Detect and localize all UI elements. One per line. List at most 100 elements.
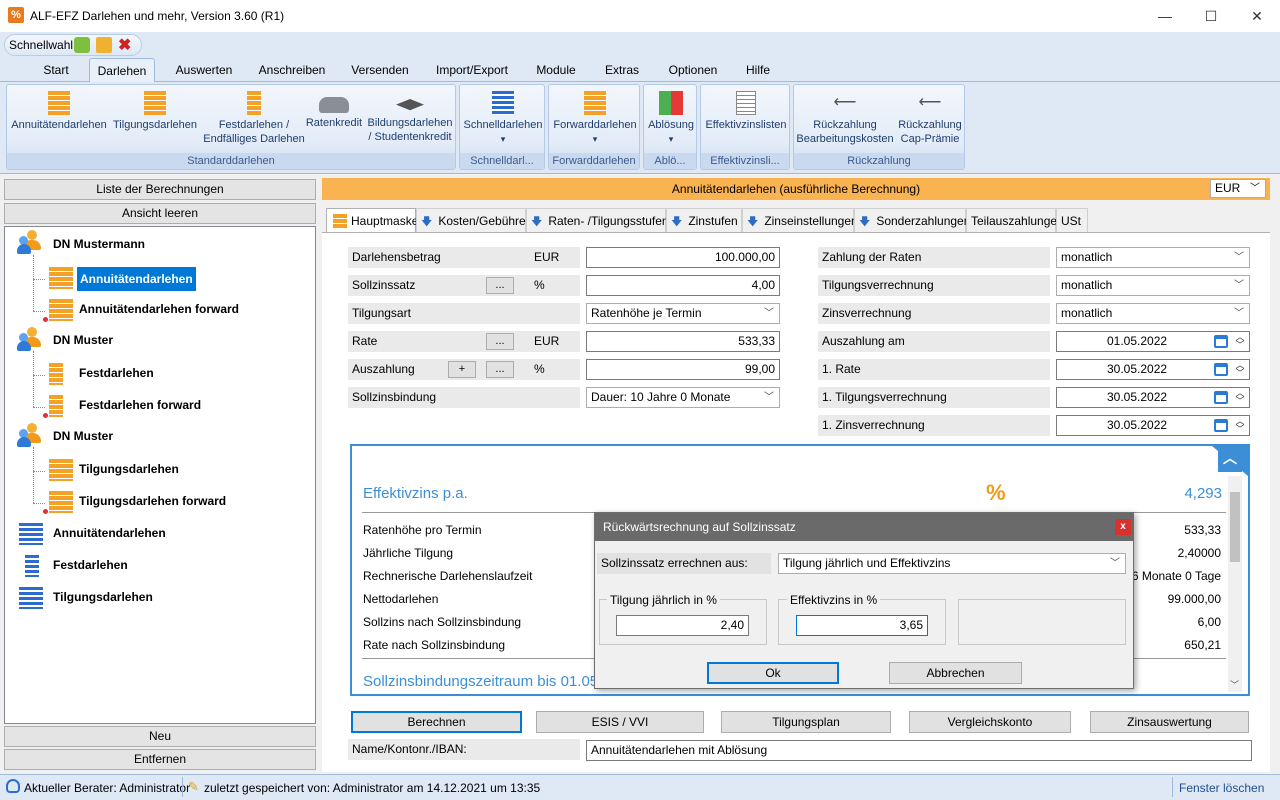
spinner-icon[interactable]: ︿ ﹀: [1235, 333, 1245, 350]
spinner-icon[interactable]: ︿ ﹀: [1235, 417, 1245, 434]
close-window-button[interactable]: ✕: [1234, 0, 1280, 32]
calendar-icon[interactable]: [1214, 391, 1228, 404]
fenster-loeschen-button[interactable]: Fenster löschen: [1179, 781, 1264, 795]
tab-anschreiben[interactable]: Anschreiben: [252, 63, 332, 77]
tab-auswerten[interactable]: Auswerten: [168, 63, 240, 77]
berechnen-button[interactable]: Berechnen: [351, 711, 522, 733]
sollzinsbindung-select[interactable]: Dauer: 10 Jahre 0 Monate ﹀: [586, 387, 780, 408]
rueckzahlung-bearbeitungskosten-button[interactable]: ⟵ Rückzahlung Bearbeitungskosten: [794, 91, 896, 146]
vergleichskonto-button[interactable]: Vergleichskonto: [909, 711, 1071, 733]
name-field-input[interactable]: Annuitätendarlehen mit Ablösung: [586, 740, 1252, 761]
tab-versenden[interactable]: Versenden: [344, 63, 416, 77]
rueckzahlung-cap-praemie-button[interactable]: ⟵ Rückzahlung Cap-Prämie: [896, 91, 964, 146]
forwarddarlehen-button[interactable]: Forwarddarlehen ▾: [551, 91, 639, 146]
tree-customer[interactable]: DN Mustermann: [53, 234, 145, 254]
currency-select[interactable]: EUR ﹀: [1210, 179, 1266, 198]
auszahlung-am-date[interactable]: 01.05.2022 ︿ ﹀: [1056, 331, 1250, 352]
rate-more-button[interactable]: ...: [486, 333, 514, 350]
spinner-icon[interactable]: ︿ ﹀: [1235, 389, 1245, 406]
tab-start[interactable]: Start: [30, 63, 82, 77]
auszahlung-add-button[interactable]: +: [448, 361, 476, 378]
maximize-button[interactable]: ☐: [1188, 0, 1234, 32]
tab-optionen[interactable]: Optionen: [660, 63, 726, 77]
esis-vvi-button[interactable]: ESIS / VVI: [536, 711, 704, 733]
results-scrollbar[interactable]: ﹀: [1228, 476, 1242, 692]
sollzinssatz-more-button[interactable]: ...: [486, 277, 514, 294]
button-label: Tilgungsdarlehen: [113, 119, 197, 131]
delete-icon[interactable]: ✖: [118, 35, 131, 55]
effektivzinslisten-button[interactable]: Effektivzinslisten: [703, 91, 789, 132]
dialog-ok-button[interactable]: Ok: [707, 662, 839, 684]
spinner-icon[interactable]: ︿ ﹀: [1235, 361, 1245, 378]
tree-item-selected[interactable]: Annuitätendarlehen: [77, 267, 196, 291]
tree-item[interactable]: Festdarlehen: [53, 555, 128, 575]
tree-item[interactable]: Tilgungsdarlehen: [53, 587, 153, 607]
tilgungsverrechnung-select[interactable]: monatlich ﹀: [1056, 275, 1250, 296]
dialog-close-button[interactable]: x: [1115, 519, 1131, 535]
tab-zinseinstellungen[interactable]: 🡇 Zinseinstellungen: [742, 208, 858, 232]
dialog-cancel-button[interactable]: Abbrechen: [889, 662, 1022, 684]
tilgungsplan-button[interactable]: Tilgungsplan: [721, 711, 891, 733]
tab-darlehen[interactable]: Darlehen: [89, 58, 155, 83]
tree-line: [33, 375, 45, 376]
abloesung-button[interactable]: Ablösung ▾: [645, 91, 697, 146]
tab-ust[interactable]: USt: [1056, 208, 1088, 232]
tilgungsart-select[interactable]: Ratenhöhe je Termin ﹀: [586, 303, 780, 324]
auszahlung-input[interactable]: 99,00: [586, 359, 780, 380]
calendar-icon[interactable]: [1214, 363, 1228, 376]
annuitaetendarlehen-button[interactable]: Annuitätendarlehen: [9, 91, 109, 132]
neu-button[interactable]: Neu: [4, 726, 316, 747]
tab-extras[interactable]: Extras: [596, 63, 648, 77]
calc-from-select[interactable]: Tilgung jährlich und Effektivzins ﹀: [778, 553, 1126, 574]
save-icon[interactable]: [96, 37, 112, 53]
quick-access-toolbar: Schnellwahl ✖: [0, 32, 1280, 56]
sollzinssatz-input[interactable]: 4,00: [586, 275, 780, 296]
zahlung-raten-select[interactable]: monatlich ﹀: [1056, 247, 1250, 268]
auszahlung-more-button[interactable]: ...: [486, 361, 514, 378]
zinsverrechnung-select[interactable]: monatlich ﹀: [1056, 303, 1250, 324]
label-text: Darlehensbetrag: [352, 250, 441, 264]
tab-module[interactable]: Module: [528, 63, 584, 77]
ratenkredit-button[interactable]: Ratenkredit: [305, 91, 363, 130]
tree-item[interactable]: Festdarlehen: [79, 363, 154, 383]
darlehensbetrag-input[interactable]: 100.000,00: [586, 247, 780, 268]
scroll-down-icon[interactable]: ﹀: [1230, 678, 1239, 691]
tree-item[interactable]: Annuitätendarlehen: [53, 523, 166, 543]
tab-sonderzahlungen[interactable]: 🡇 Sonderzahlungen: [854, 208, 970, 232]
tree-customer[interactable]: DN Muster: [53, 330, 113, 350]
calendar-icon[interactable]: [1214, 335, 1228, 348]
ansicht-leeren-button[interactable]: Ansicht leeren: [4, 203, 316, 224]
tab-import-export[interactable]: Import/Export: [428, 63, 516, 77]
tilgungsdarlehen-button[interactable]: Tilgungsdarlehen: [111, 91, 199, 132]
tilgung-input[interactable]: 2,40: [616, 615, 749, 636]
rate-input[interactable]: 533,33: [586, 331, 780, 352]
tab-kosten[interactable]: 🡇 Kosten/Gebühren: [416, 208, 532, 232]
zinsauswertung-button[interactable]: Zinsauswertung: [1090, 711, 1249, 733]
tree-item[interactable]: Annuitätendarlehen forward: [79, 299, 239, 319]
tree-item[interactable]: Tilgungsdarlehen: [79, 459, 179, 479]
erste-rate-date[interactable]: 30.05.2022 ︿ ﹀: [1056, 359, 1250, 380]
calendar-icon[interactable]: [1214, 419, 1228, 432]
entfernen-button[interactable]: Entfernen: [4, 749, 316, 770]
erste-zins-date[interactable]: 30.05.2022 ︿ ﹀: [1056, 415, 1250, 436]
erste-tilgung-date[interactable]: 30.05.2022 ︿ ﹀: [1056, 387, 1250, 408]
tab-ratenstufen[interactable]: 🡇 Raten- /Tilgungsstufen: [526, 208, 669, 232]
effzins-input[interactable]: 3,65: [796, 615, 928, 636]
tab-zinstufen[interactable]: 🡇 Zinstufen: [666, 208, 742, 232]
tab-hauptmaske[interactable]: Hauptmaske: [326, 208, 418, 234]
collapse-icon[interactable]: ︿: [1218, 448, 1242, 472]
festdarlehen-button[interactable]: Festdarlehen / Endfälliges Darlehen: [201, 91, 307, 146]
tree-customer[interactable]: DN Muster: [53, 426, 113, 446]
tree-item[interactable]: Tilgungsdarlehen forward: [79, 491, 226, 511]
select-value: Tilgung jährlich und Effektivzins: [783, 556, 951, 570]
new-icon[interactable]: [74, 37, 90, 53]
status-separator: [1172, 777, 1173, 797]
tree-item[interactable]: Festdarlehen forward: [79, 395, 201, 415]
minimize-button[interactable]: —: [1142, 0, 1188, 32]
tab-teilauszahlungen[interactable]: Teilauszahlungen: [966, 208, 1064, 232]
tab-hilfe[interactable]: Hilfe: [738, 63, 778, 77]
scrollbar-thumb[interactable]: [1230, 492, 1240, 562]
bildungsdarlehen-button[interactable]: Bildungsdarlehen / Studentenkredit: [365, 91, 455, 144]
schnelldarlehen-button[interactable]: Schnelldarlehen ▾: [462, 91, 544, 146]
liste-berechnungen-button[interactable]: Liste der Berechnungen: [4, 179, 316, 200]
